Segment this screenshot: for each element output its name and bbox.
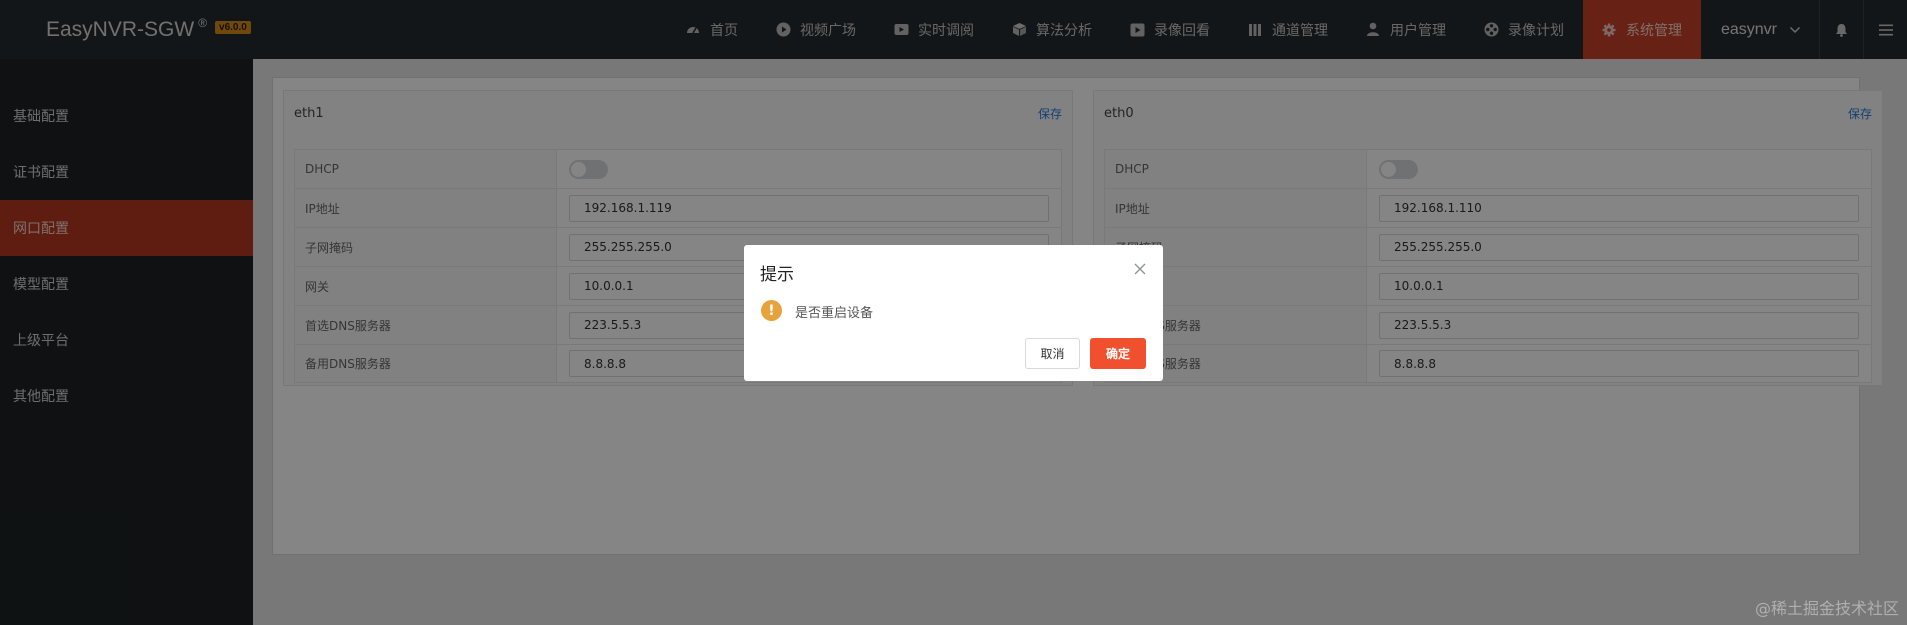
warning-icon: ! bbox=[761, 300, 782, 321]
dialog-title: 提示 bbox=[760, 265, 794, 285]
confirm-button[interactable]: 确定 bbox=[1090, 338, 1146, 369]
restart-confirm-dialog: 提示 ! 是否重启设备 取消 确定 bbox=[744, 245, 1163, 381]
dialog-message: 是否重启设备 bbox=[795, 306, 874, 321]
close-icon[interactable] bbox=[1133, 262, 1147, 276]
cancel-button[interactable]: 取消 bbox=[1025, 338, 1080, 369]
watermark: @稀土掘金技术社区 bbox=[1754, 599, 1899, 618]
